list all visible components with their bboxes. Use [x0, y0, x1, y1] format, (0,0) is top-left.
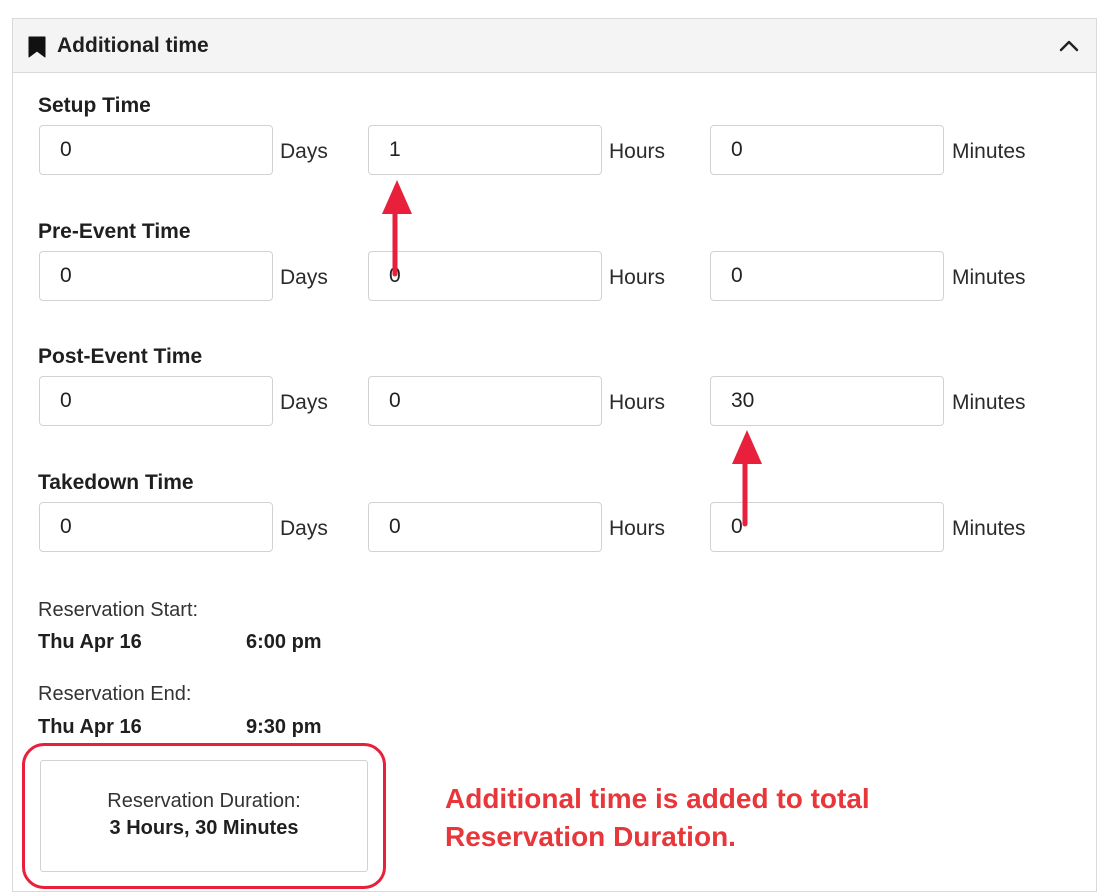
- post-event-minutes-unit: Minutes: [952, 391, 1026, 414]
- takedown-days-input[interactable]: [39, 502, 273, 552]
- chevron-up-icon[interactable]: [1052, 29, 1086, 63]
- takedown-time-label: Takedown Time: [38, 471, 194, 494]
- setup-time-label: Setup Time: [38, 94, 151, 117]
- pre-event-minutes-input[interactable]: [710, 251, 944, 301]
- setup-hours-unit: Hours: [609, 140, 666, 163]
- setup-minutes-input[interactable]: [710, 125, 944, 175]
- bookmark-icon: [28, 36, 46, 58]
- reservation-end-label: Reservation End:: [38, 683, 192, 705]
- reservation-start-time: 6:00 pm: [246, 631, 322, 653]
- pre-event-minutes-unit: Minutes: [952, 266, 1026, 289]
- duration-highlight-outline: [22, 743, 386, 889]
- setup-days-unit: Days: [280, 140, 328, 163]
- reservation-end-date: Thu Apr 16: [38, 716, 142, 738]
- pre-event-days-unit: Days: [280, 266, 328, 289]
- post-event-hours-unit: Hours: [609, 391, 666, 414]
- post-event-minutes-input[interactable]: [710, 376, 944, 426]
- post-event-days-unit: Days: [280, 391, 328, 414]
- annotation-line-2: Reservation Duration.: [445, 821, 736, 852]
- annotation-text: Additional time is added to total Reserv…: [445, 780, 1065, 856]
- panel-title: Additional time: [57, 34, 209, 57]
- setup-minutes-unit: Minutes: [952, 140, 1026, 163]
- reservation-start-date: Thu Apr 16: [38, 631, 142, 653]
- post-event-time-label: Post-Event Time: [38, 345, 203, 368]
- panel-header[interactable]: Additional time: [13, 19, 1096, 73]
- pre-event-hours-unit: Hours: [609, 266, 666, 289]
- pre-event-time-label: Pre-Event Time: [38, 220, 191, 243]
- annotation-arrow-up-icon: [382, 180, 412, 277]
- pre-event-days-input[interactable]: [39, 251, 273, 301]
- annotation-line-1: Additional time is added to total: [445, 783, 870, 814]
- annotation-arrow-up-icon: [732, 430, 762, 527]
- reservation-start-label: Reservation Start:: [38, 599, 199, 621]
- post-event-hours-input[interactable]: [368, 376, 602, 426]
- reservation-end-time: 9:30 pm: [246, 716, 322, 738]
- takedown-minutes-unit: Minutes: [952, 517, 1026, 540]
- takedown-days-unit: Days: [280, 517, 328, 540]
- takedown-hours-unit: Hours: [609, 517, 666, 540]
- setup-days-input[interactable]: [39, 125, 273, 175]
- post-event-days-input[interactable]: [39, 376, 273, 426]
- setup-hours-input[interactable]: [368, 125, 602, 175]
- takedown-hours-input[interactable]: [368, 502, 602, 552]
